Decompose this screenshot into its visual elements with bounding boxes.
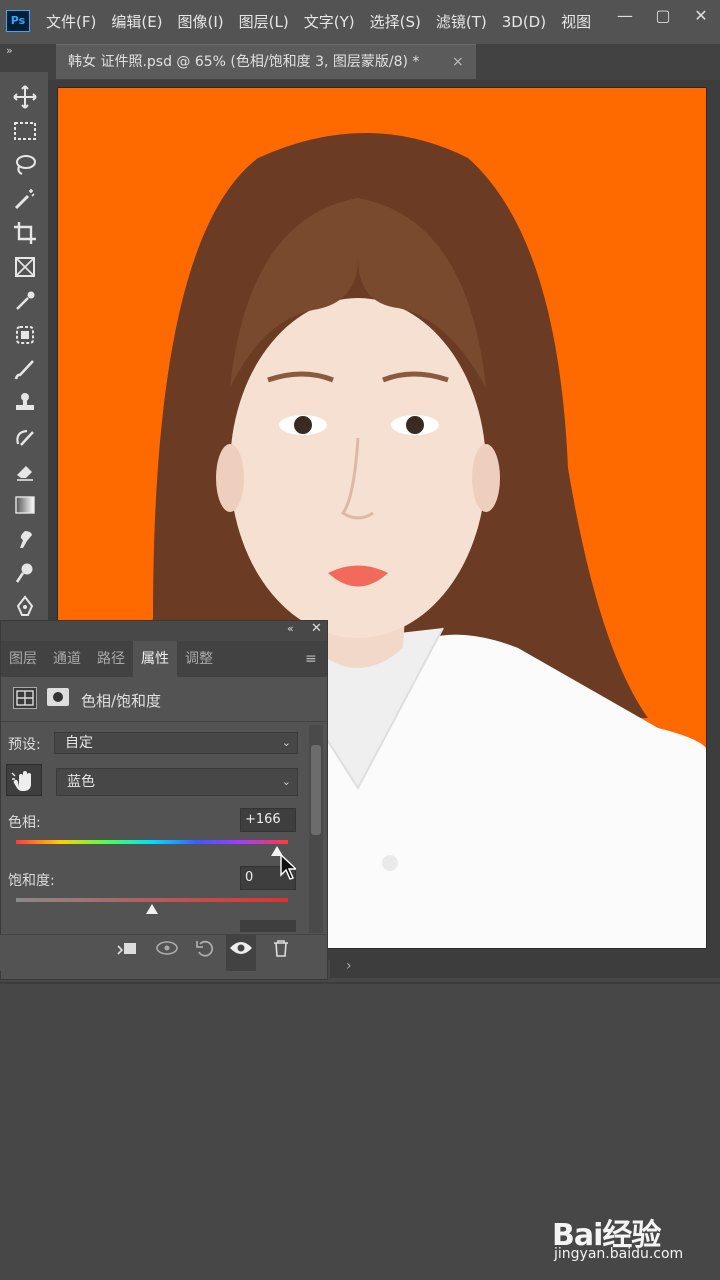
delete-icon[interactable] (266, 935, 296, 971)
tab-adjustments[interactable]: 调整 (177, 641, 221, 677)
saturation-slider-track[interactable] (16, 898, 288, 902)
scroll-right-icon[interactable]: › (346, 958, 352, 974)
panel-close-icon[interactable]: ✕ (311, 621, 322, 636)
channel-value: 蓝色 (67, 774, 95, 790)
panel-menu-icon[interactable]: ≡ (305, 651, 317, 667)
document-tab-title: 韩女 证件照.psd @ 65% (色相/饱和度 3, 图层蒙版/8) * (68, 54, 420, 70)
smudge-tool-icon[interactable] (12, 526, 38, 552)
menu-type[interactable]: 文字(Y) (304, 0, 355, 44)
crop-tool-icon[interactable] (12, 220, 38, 246)
close-tab-icon[interactable]: × (452, 45, 464, 79)
reset-icon[interactable] (190, 935, 220, 971)
menu-select[interactable]: 选择(S) (370, 0, 421, 44)
menu-layer[interactable]: 图层(L) (239, 0, 289, 44)
clip-to-layer-icon[interactable] (112, 935, 142, 971)
menu-view[interactable]: 视图 (561, 0, 591, 44)
hue-value-field[interactable]: +166 (240, 808, 296, 832)
stamp-tool-icon[interactable] (12, 390, 38, 416)
canvas-horizontal-scrollbar[interactable] (330, 958, 720, 978)
window-controls: — ▢ ✕ (606, 0, 720, 34)
brush-tool-icon[interactable] (12, 356, 38, 382)
eraser-tool-icon[interactable] (12, 458, 38, 484)
history-brush-tool-icon[interactable] (12, 424, 38, 450)
eyedropper-tool-icon[interactable] (12, 288, 38, 314)
tab-paths[interactable]: 路径 (89, 641, 133, 677)
targeted-adjustment-hand-icon[interactable] (6, 764, 42, 796)
document-tab[interactable]: 韩女 证件照.psd @ 65% (色相/饱和度 3, 图层蒙版/8) * × (56, 44, 476, 79)
dodge-tool-icon[interactable] (12, 560, 38, 586)
panel-collapse-icon[interactable]: « (287, 622, 294, 635)
hue-slider-track[interactable] (16, 840, 288, 844)
menu-edit[interactable]: 编辑(E) (111, 0, 162, 44)
hue-label: 色相: (8, 815, 41, 831)
adjustment-title: 色相/饱和度 (81, 692, 162, 710)
saturation-label: 饱和度: (8, 873, 55, 889)
minimize-button[interactable]: — (606, 0, 644, 34)
panel-tabs: 图层 通道 路径 属性 调整 (1, 641, 327, 677)
frame-tool-icon[interactable] (12, 254, 38, 280)
preset-label: 预设: (8, 737, 41, 753)
main-menu: 文件(F) 编辑(E) 图像(I) 图层(L) 文字(Y) 选择(S) 滤镜(T… (46, 0, 606, 44)
restore-button[interactable]: ▢ (644, 0, 682, 34)
preset-dropdown[interactable]: 自定 ⌄ (54, 732, 298, 754)
layer-mask-icon[interactable] (47, 688, 69, 706)
panel-scrollbar-thumb[interactable] (311, 745, 321, 835)
workspace-divider (0, 982, 720, 984)
tab-layers[interactable]: 图层 (1, 641, 45, 677)
magic-wand-tool-icon[interactable] (12, 186, 38, 212)
lightness-value-field[interactable] (240, 920, 296, 932)
toolbar-collapse-icon[interactable]: » (6, 44, 13, 57)
menu-image[interactable]: 图像(I) (178, 0, 224, 44)
menu-file[interactable]: 文件(F) (46, 0, 96, 44)
healing-tool-icon[interactable] (12, 322, 38, 348)
marquee-tool-icon[interactable] (12, 118, 38, 144)
tools-panel (0, 72, 48, 632)
hue-saturation-icon[interactable] (13, 687, 37, 709)
chevron-down-icon: ⌄ (281, 775, 291, 788)
close-window-button[interactable]: ✕ (682, 0, 720, 34)
channel-dropdown[interactable]: 蓝色 ⌄ (56, 768, 298, 796)
pen-tool-icon[interactable] (12, 594, 38, 620)
menu-3d[interactable]: 3D(D) (502, 0, 546, 44)
saturation-slider-thumb[interactable] (146, 904, 158, 914)
panel-bottom-bar (0, 934, 326, 971)
lasso-tool-icon[interactable] (12, 152, 38, 178)
panel-title-bar[interactable] (1, 621, 327, 641)
preset-value: 自定 (65, 735, 93, 751)
watermark-url: jingyan.baidu.com (554, 1246, 684, 1262)
view-previous-state-icon[interactable] (152, 935, 182, 971)
visibility-eye-icon[interactable] (226, 935, 256, 971)
photoshop-logo: Ps (6, 10, 30, 32)
move-tool-icon[interactable] (12, 84, 38, 110)
tab-properties[interactable]: 属性 (133, 641, 177, 677)
adjustment-header: 色相/饱和度 (1, 677, 327, 722)
mouse-cursor-icon (280, 854, 296, 880)
tab-channels[interactable]: 通道 (45, 641, 89, 677)
menu-filter[interactable]: 滤镜(T) (436, 0, 487, 44)
chevron-down-icon: ⌄ (281, 736, 291, 749)
gradient-tool-icon[interactable] (12, 492, 38, 518)
